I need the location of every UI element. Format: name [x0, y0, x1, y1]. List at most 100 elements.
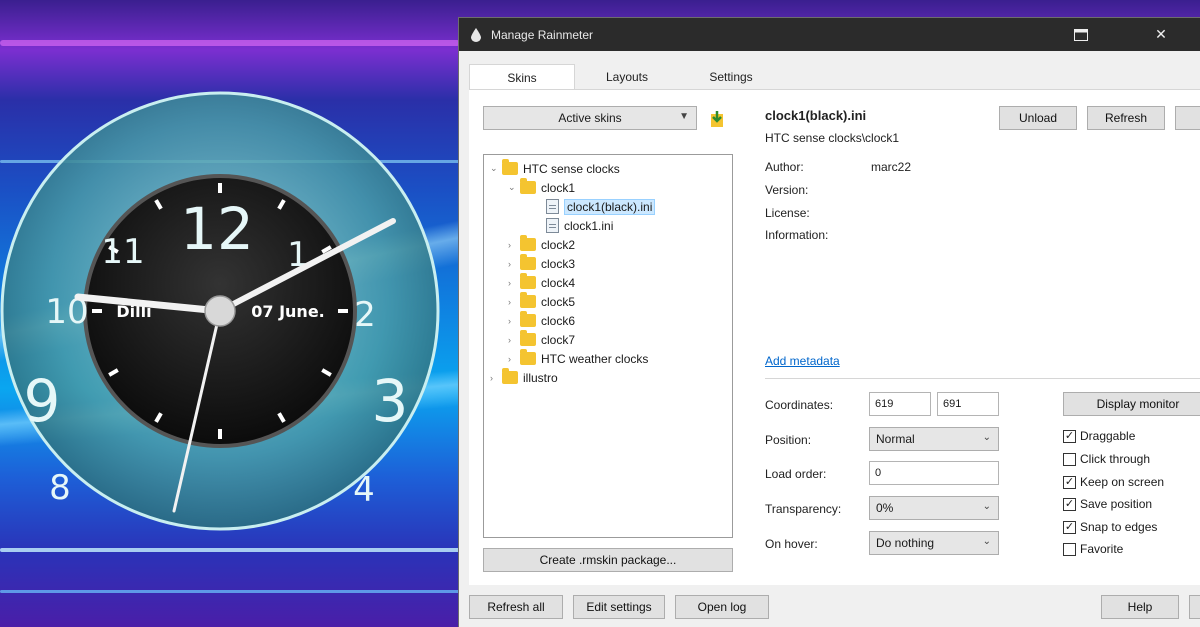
- checkbox-label: Draggable: [1080, 429, 1136, 443]
- checkbox-favorite[interactable]: Favorite: [1063, 542, 1123, 556]
- checkbox-box[interactable]: ✓: [1063, 475, 1076, 489]
- tree-folder-clock7[interactable]: › clock7: [508, 330, 575, 349]
- expand-icon[interactable]: ›: [508, 354, 520, 364]
- ini-file-icon: [546, 218, 559, 233]
- tree-folder-clock2[interactable]: › clock2: [508, 235, 575, 254]
- folder-icon: [520, 254, 536, 270]
- checkbox-box[interactable]: ✓: [1063, 429, 1076, 443]
- tree-label: illustro: [523, 370, 558, 385]
- position-select[interactable]: Normal ⌄: [869, 427, 999, 451]
- clock-face: 12 1 2 3 4 5 6 7 8 9 10 11 Dilli 07 June…: [0, 91, 440, 531]
- tree-folder-htc-weather-clocks[interactable]: › HTC weather clocks: [508, 349, 648, 368]
- tree-label: clock1.ini: [564, 218, 614, 233]
- edit-settings-button[interactable]: Edit settings: [573, 595, 665, 619]
- tree-folder-clock5[interactable]: › clock5: [508, 292, 575, 311]
- coordinate-x-field[interactable]: 619: [869, 392, 931, 416]
- title-bar[interactable]: Manage Rainmeter ✕: [459, 18, 1200, 51]
- on-hover-value: Do nothing: [876, 536, 935, 550]
- ini-file-icon: [546, 199, 559, 214]
- clock-widget[interactable]: 12 1 2 3 4 5 6 7 8 9 10 11 Dilli 07 June…: [0, 91, 440, 531]
- tree-folder-clock1[interactable]: ⌄ clock1: [508, 178, 575, 197]
- folder-icon: [502, 368, 518, 384]
- checkbox-keep-on-screen[interactable]: ✓ Keep on screen: [1063, 475, 1164, 489]
- version-label: Version:: [765, 183, 809, 197]
- tree-label: HTC sense clocks: [523, 161, 620, 176]
- clock-number-8: 8: [49, 468, 71, 508]
- load-order-field[interactable]: 0: [869, 461, 999, 485]
- tree-folder-clock6[interactable]: › clock6: [508, 311, 575, 330]
- checkbox-draggable[interactable]: ✓ Draggable: [1063, 429, 1135, 443]
- collapse-icon[interactable]: ⌄: [490, 163, 502, 174]
- add-metadata-link[interactable]: Add metadata: [765, 354, 840, 368]
- folder-icon: [520, 311, 536, 327]
- tree-label: clock4: [541, 275, 576, 290]
- expand-icon[interactable]: ›: [508, 316, 520, 326]
- coordinate-y-field[interactable]: 691: [937, 392, 999, 416]
- checkbox-label: Snap to edges: [1080, 520, 1158, 534]
- tree-file-clock1-black[interactable]: clock1(black).ini: [546, 197, 656, 216]
- checkbox-box[interactable]: ✓: [1063, 520, 1076, 534]
- checkbox-label: Favorite: [1080, 542, 1124, 556]
- tab-settings[interactable]: Settings: [679, 64, 783, 90]
- folder-icon: [520, 349, 536, 365]
- tree-label: clock3: [541, 256, 576, 271]
- checkbox-box[interactable]: [1063, 542, 1076, 556]
- folder-icon: [520, 235, 536, 251]
- checkbox-box[interactable]: ✓: [1063, 497, 1076, 511]
- tree-label: clock7: [541, 332, 576, 347]
- unload-button[interactable]: Unload: [999, 106, 1077, 130]
- tree-folder-illustro[interactable]: › illustro: [490, 368, 558, 387]
- tree-folder-clock4[interactable]: › clock4: [508, 273, 575, 292]
- collapse-icon[interactable]: ⌄: [508, 182, 520, 193]
- skin-name: clock1(black).ini: [765, 108, 867, 123]
- display-monitor-button[interactable]: Display monitor: [1063, 392, 1200, 416]
- tree-file-clock1[interactable]: clock1.ini: [546, 216, 613, 235]
- wallpaper-streak: [0, 40, 460, 46]
- clock-number-2: 2: [354, 295, 376, 335]
- refresh-all-button[interactable]: Refresh all: [469, 595, 563, 619]
- checkbox-click-through[interactable]: Click through: [1063, 452, 1150, 466]
- expand-icon[interactable]: ›: [508, 335, 520, 345]
- active-skins-dropdown[interactable]: Active skins ▼: [483, 106, 697, 130]
- chevron-down-icon: ▼: [679, 111, 689, 122]
- open-log-button[interactable]: Open log: [675, 595, 769, 619]
- clock-number-11: 11: [101, 232, 144, 272]
- coordinates-label: Coordinates:: [765, 398, 834, 412]
- expand-icon[interactable]: ›: [508, 240, 520, 250]
- skins-tree[interactable]: ⌄ HTC sense clocks ⌄ clock1 clock1(black).…: [483, 154, 733, 538]
- tab-strip: Skins Layouts Settings: [469, 64, 783, 90]
- skins-panel: Active skins ▼ ⌄ HTC sense clocks ⌄ clock1…: [469, 89, 1200, 585]
- close-button[interactable]: [1189, 595, 1200, 619]
- download-skin-icon[interactable]: [709, 110, 725, 128]
- transparency-value: 0%: [876, 501, 894, 515]
- expand-icon[interactable]: ›: [490, 373, 502, 383]
- refresh-button[interactable]: Refresh: [1087, 106, 1165, 130]
- on-hover-label: On hover:: [765, 537, 818, 551]
- clock-number-9: 9: [24, 367, 61, 435]
- expand-icon[interactable]: ›: [508, 278, 520, 288]
- folder-icon: [520, 273, 536, 289]
- tree-label: clock6: [541, 313, 576, 328]
- folder-icon: [520, 330, 536, 346]
- expand-icon[interactable]: ›: [508, 297, 520, 307]
- checkbox-snap-to-edges[interactable]: ✓ Snap to edges: [1063, 520, 1157, 534]
- checkbox-save-position[interactable]: ✓ Save position: [1063, 497, 1152, 511]
- restore-window-icon[interactable]: [1059, 18, 1103, 51]
- checkbox-box[interactable]: [1063, 452, 1076, 466]
- tab-skins[interactable]: Skins: [469, 64, 575, 90]
- footer-bar: Refresh all Edit settings Open log Help: [459, 585, 1200, 627]
- transparency-select[interactable]: 0% ⌄: [869, 496, 999, 520]
- tree-folder-clock3[interactable]: › clock3: [508, 254, 575, 273]
- clock-number-7: 7: [115, 530, 137, 531]
- tree-folder-htc-sense-clocks[interactable]: ⌄ HTC sense clocks: [490, 159, 620, 178]
- close-icon[interactable]: ✕: [1139, 18, 1183, 51]
- tab-layouts[interactable]: Layouts: [575, 64, 679, 90]
- on-hover-select[interactable]: Do nothing ⌄: [869, 531, 999, 555]
- expand-icon[interactable]: ›: [508, 259, 520, 269]
- tree-label: clock1(black).ini: [564, 198, 656, 215]
- edit-button[interactable]: [1175, 106, 1200, 130]
- tree-label: clock2: [541, 237, 576, 252]
- author-label: Author:: [765, 160, 804, 174]
- create-rmskin-package-button[interactable]: Create .rmskin package...: [483, 548, 733, 572]
- help-button[interactable]: Help: [1101, 595, 1179, 619]
